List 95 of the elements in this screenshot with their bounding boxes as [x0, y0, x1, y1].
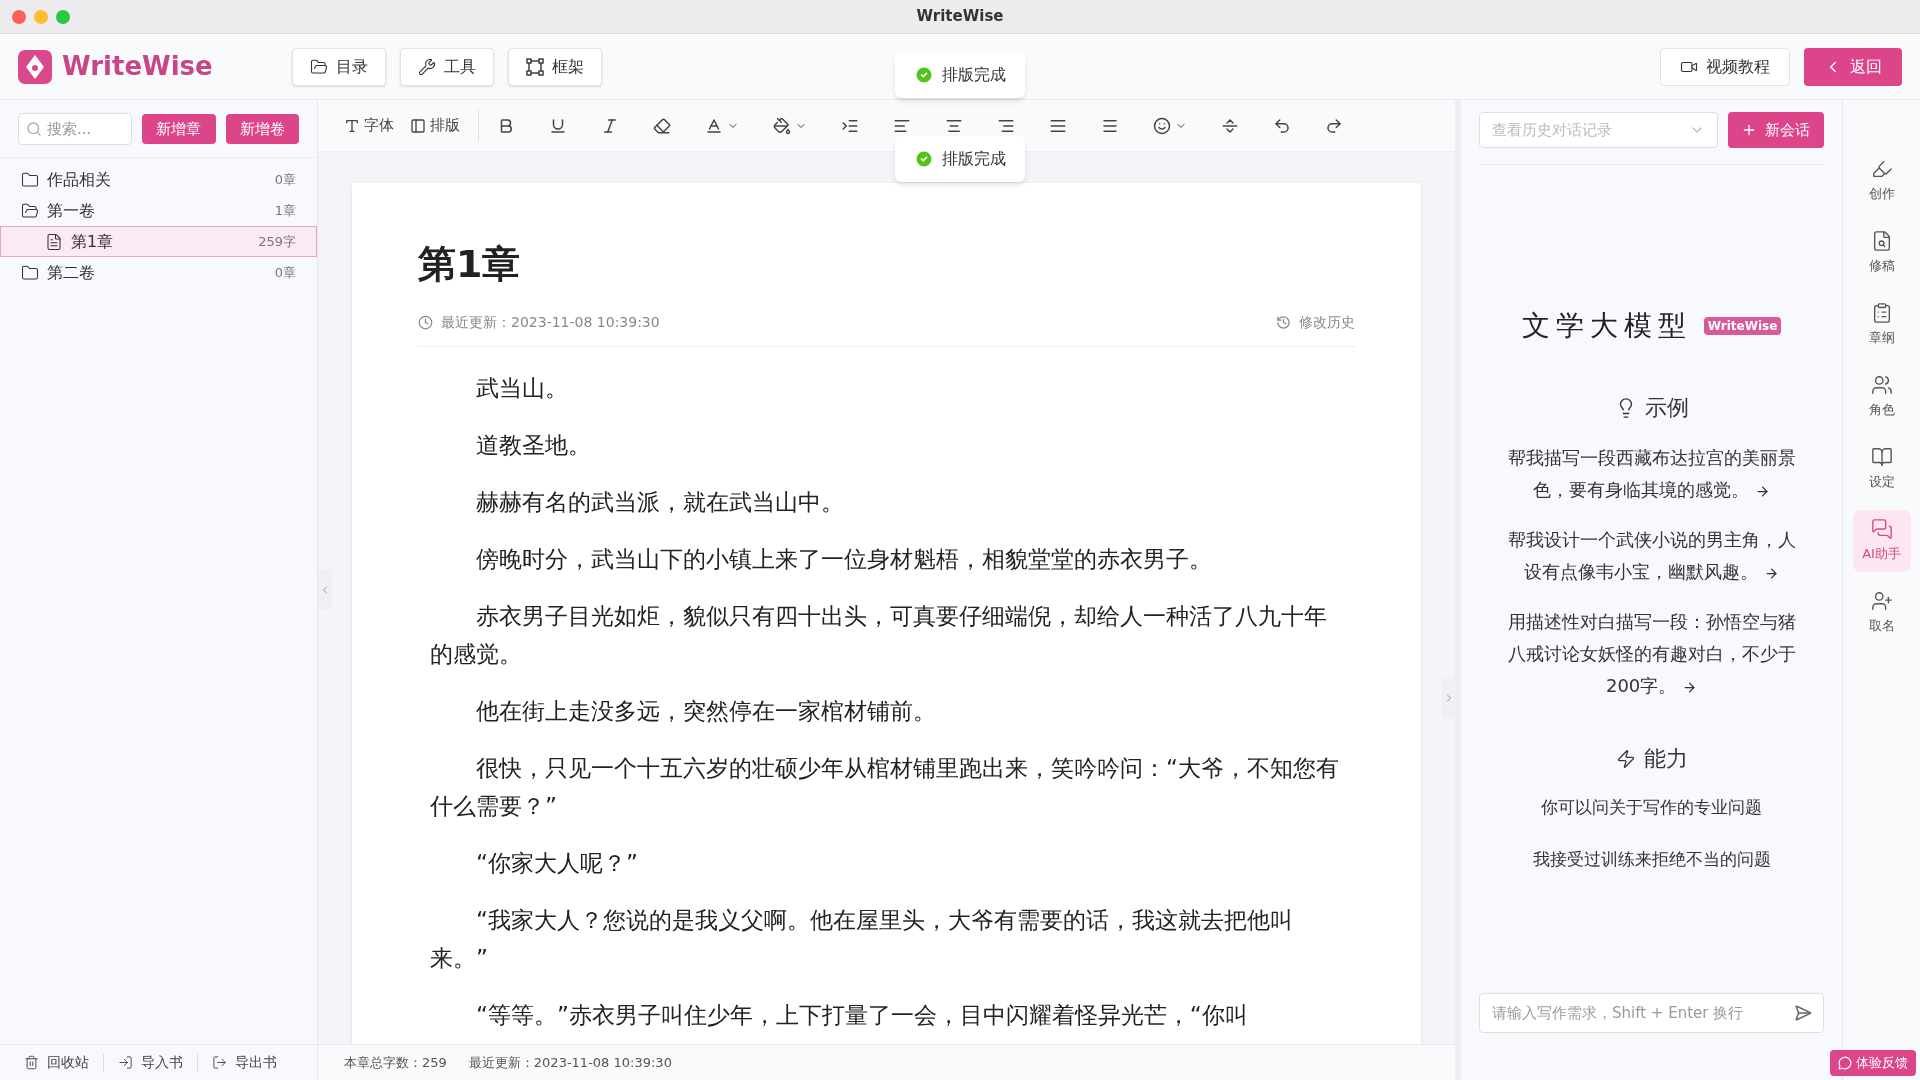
- back-button[interactable]: 返回: [1804, 47, 1902, 86]
- eraser-icon: [653, 116, 671, 135]
- trash-icon: [24, 1055, 39, 1070]
- paragraph: “等等。”赤衣男子叫住少年，上下打量了一会，目中闪耀着怪异光芒，“你叫: [475, 1001, 1249, 1030]
- header-button[interactable]: 目录: [292, 47, 386, 86]
- paragraph: 很快，只见一个十五六岁的壮硕少年从棺材铺里跑出来，笑吟吟问：“大爷，不知您有什么需要？”: [430, 754, 1340, 821]
- success-check-icon: [914, 149, 934, 169]
- history-icon: [1276, 315, 1291, 330]
- send-icon: [1794, 1004, 1812, 1022]
- chat-icon: [1838, 1056, 1852, 1070]
- toolbar-button[interactable]: 字体: [336, 109, 402, 142]
- arrow-right-icon: [1754, 483, 1770, 499]
- rail-tab[interactable]: 取名: [1852, 582, 1911, 644]
- rail-tab[interactable]: 章纲: [1852, 294, 1911, 356]
- rail-tab[interactable]: 创作: [1852, 150, 1911, 212]
- video-tutorial-button[interactable]: 视频教程: [1660, 47, 1790, 86]
- paint-bucket-icon: [773, 116, 791, 135]
- footer-button[interactable]: 导出书: [212, 1052, 277, 1073]
- header-button[interactable]: 框架: [508, 47, 602, 86]
- rail-tab[interactable]: 设定: [1852, 438, 1911, 500]
- success-check-icon: [914, 65, 934, 85]
- tree-item[interactable]: 作品相关 0章: [0, 164, 317, 195]
- ability-text: 我接受过训练来拒绝不当的问题: [1532, 847, 1771, 871]
- count-label: 0章: [274, 263, 296, 282]
- feedback-button[interactable]: 体验反馈: [1830, 1050, 1916, 1076]
- tree-item[interactable]: 第1章 259字: [0, 226, 317, 257]
- redo-icon: [1325, 116, 1343, 135]
- close-window-button[interactable]: [12, 9, 26, 24]
- divider-line-icon: [1221, 116, 1239, 135]
- paragraph: 赫赫有名的武当派，就在武当山中。: [475, 488, 845, 517]
- book-icon: [1870, 446, 1893, 469]
- font-icon: [344, 117, 360, 134]
- section-title: 能力: [1643, 745, 1688, 773]
- paragraph: 傍晚时分，武当山下的小镇上来了一位身材魁梧，相貌堂堂的赤衣男子。: [475, 545, 1213, 574]
- prompt-input[interactable]: 请输入写作需求，Shift + Enter 换行: [1479, 993, 1824, 1033]
- paragraph: “我家大人？您说的是我义父啊。他在屋里头，大爷有需要的话，我这就去把他叫来。”: [430, 906, 1294, 973]
- new-chat-button[interactable]: 新会话: [1727, 112, 1824, 148]
- wrench-icon: [418, 57, 436, 76]
- example-prompt[interactable]: 用描述性对白描写一段：孙悟空与猪八戒讨论女妖怪的有趣对白，不少于200字。: [1501, 606, 1802, 702]
- italic-icon: [601, 116, 619, 135]
- count-label: 259字: [258, 232, 296, 251]
- example-prompt[interactable]: 帮我设计一个武侠小说的男主角，人设有点像韦小宝，幽默风趣。: [1501, 524, 1802, 588]
- layout-icon: [410, 117, 426, 134]
- undo-icon: [1273, 116, 1291, 135]
- count-label: 1章: [274, 201, 296, 220]
- panel-heading: 文学大模型: [1521, 309, 1692, 343]
- app-logo-text: WriteWise: [62, 50, 214, 83]
- clock-icon: [418, 315, 433, 330]
- ability-text: 你可以问关于写作的专业问题: [1541, 796, 1762, 819]
- smiley-icon: [1153, 116, 1171, 135]
- document-icon: [45, 232, 63, 251]
- word-count: 本章总字数：259: [344, 1053, 447, 1072]
- collapse-left-handle[interactable]: [318, 570, 332, 610]
- import-icon: [118, 1055, 133, 1070]
- export-icon: [212, 1055, 227, 1070]
- paragraph: 他在街上走没多远，突然停在一家棺材铺前。: [475, 697, 937, 726]
- users-icon: [1870, 374, 1893, 397]
- paragraph: 道教圣地。: [475, 431, 592, 460]
- folder-icon: [310, 57, 328, 76]
- tree-item[interactable]: 第二卷 0章: [0, 257, 317, 288]
- font-color-icon: [705, 116, 723, 135]
- toast-message: 排版完成: [895, 136, 1025, 182]
- paragraph: 赤衣男子目光如炬，貌似只有四十出头，可真要仔细端倪，却给人一种活了八九十年的感觉。: [430, 602, 1328, 669]
- lightning-icon: [1615, 748, 1636, 769]
- updated-time: 最近更新：2023-11-08 10:39:30: [468, 1053, 672, 1072]
- collapse-right-handle[interactable]: [1442, 678, 1456, 718]
- toast-message: 排版完成: [895, 52, 1025, 98]
- rail-tab[interactable]: 修稿: [1852, 222, 1911, 284]
- underline-icon: [549, 116, 567, 135]
- edit-history-link[interactable]: 修改历史: [1276, 312, 1355, 333]
- window-title: WriteWise: [916, 6, 1004, 28]
- paragraph: “你家大人呢？”: [475, 849, 639, 878]
- rail-tab[interactable]: 角色: [1852, 366, 1911, 428]
- add-button[interactable]: 新增章: [142, 114, 216, 144]
- add-button[interactable]: 新增卷: [225, 114, 299, 144]
- user-plus-icon: [1870, 590, 1893, 613]
- chat-bubbles-icon: [1870, 518, 1893, 541]
- rail-tab[interactable]: AI助手: [1852, 510, 1911, 572]
- tree-item[interactable]: 第一卷 1章: [0, 195, 317, 226]
- search-icon: [26, 121, 42, 137]
- count-label: 0章: [274, 170, 296, 189]
- search-field[interactable]: 搜索...: [18, 113, 132, 145]
- header-button[interactable]: 工具: [400, 47, 494, 86]
- section-title: 示例: [1644, 394, 1689, 422]
- brand-badge: WriteWise: [1703, 317, 1782, 335]
- frame-icon: [526, 57, 544, 76]
- arrow-right-icon: [1682, 679, 1698, 695]
- footer-button[interactable]: 回收站: [24, 1052, 89, 1073]
- arrow-right-icon: [1763, 565, 1779, 581]
- toolbar-button[interactable]: 排版: [402, 109, 468, 142]
- paragraph: 武当山。: [475, 374, 569, 403]
- chapter-title: 第1章: [418, 241, 522, 283]
- updated-time: 最近更新：2023-11-08 10:39:30: [441, 313, 660, 332]
- footer-button[interactable]: 导入书: [118, 1052, 183, 1073]
- example-prompt[interactable]: 帮我描写一段西藏布达拉宫的美丽景色，要有身临其境的感觉。: [1501, 442, 1802, 506]
